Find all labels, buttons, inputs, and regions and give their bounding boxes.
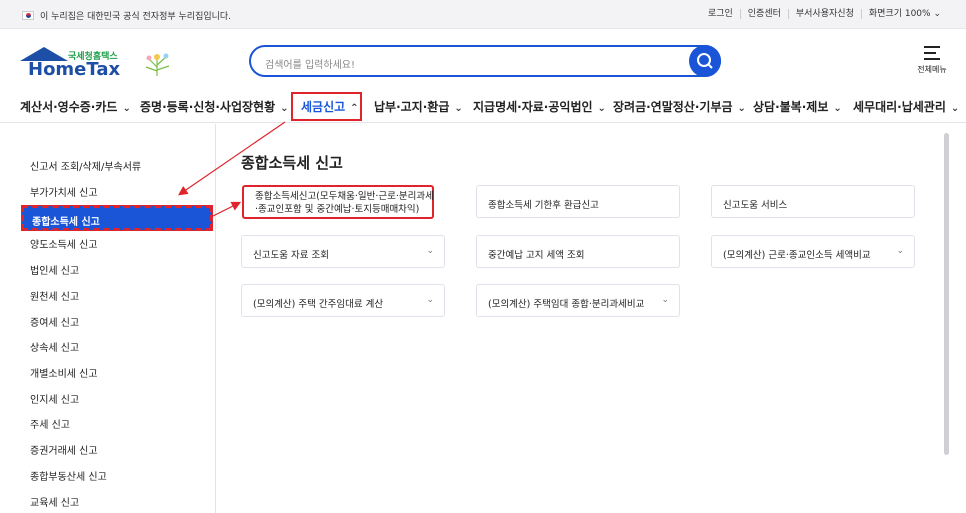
arrow-tab-to-sidebar <box>178 121 286 196</box>
arrow-sidebar-to-card <box>212 201 242 217</box>
annotation-arrows <box>178 121 286 217</box>
